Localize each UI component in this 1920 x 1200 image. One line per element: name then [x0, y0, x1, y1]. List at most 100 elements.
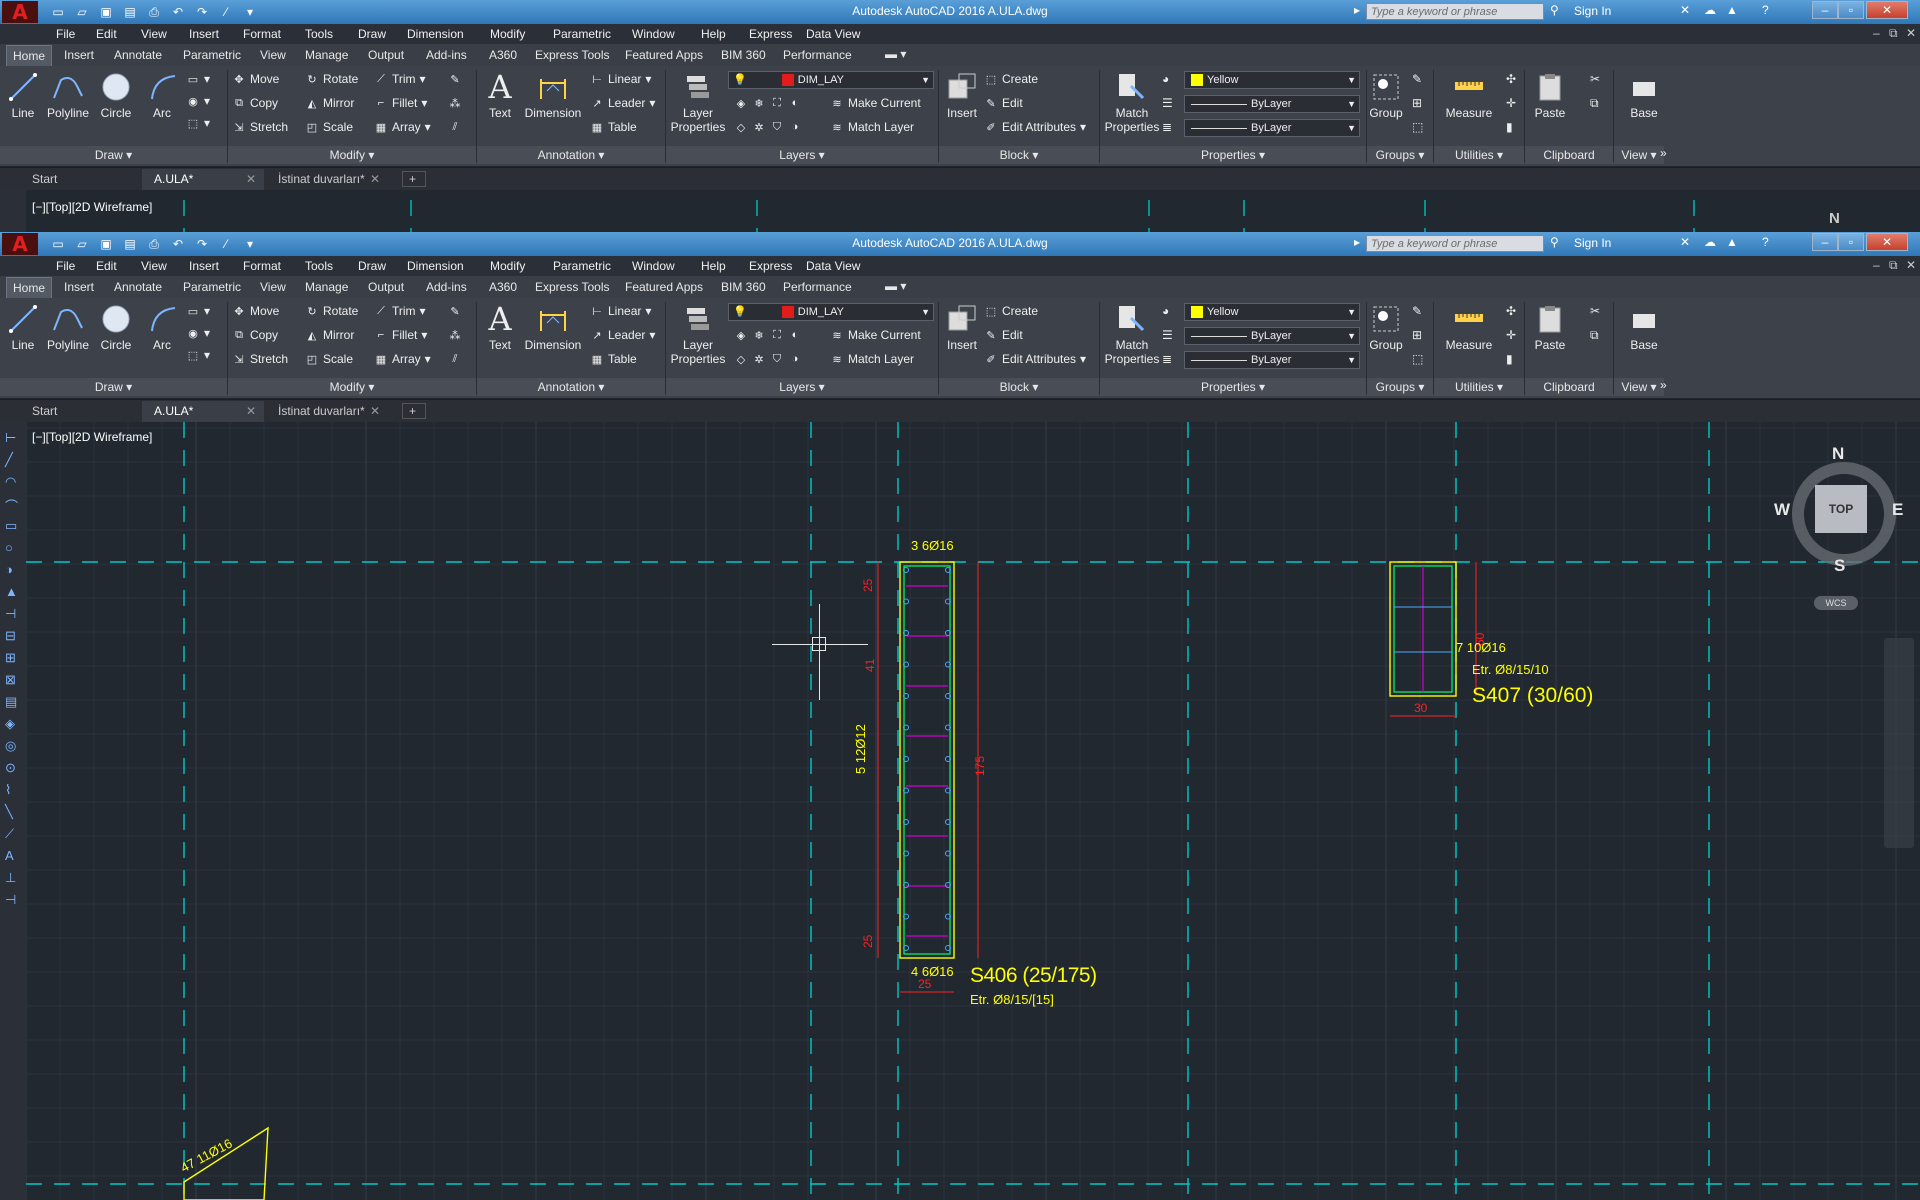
tab-performance[interactable]: Performance [783, 48, 852, 62]
line-tool[interactable]: Line [6, 302, 40, 352]
close-button[interactable]: ✕ [1866, 1, 1908, 19]
id-point-icon[interactable]: ✛ [1506, 328, 1516, 342]
tab-performance[interactable]: Performance [783, 280, 852, 294]
tab-insert[interactable]: Insert [64, 48, 94, 62]
tab-manage[interactable]: Manage [305, 48, 348, 62]
create-block-tool[interactable]: ⬚ Create [984, 304, 1038, 318]
properties-panel-label[interactable]: Properties ▾ [1100, 146, 1366, 164]
stretch-tool[interactable]: ⇲ Stretch [232, 352, 288, 366]
tab-manage[interactable]: Manage [305, 280, 348, 294]
compass-east[interactable]: E [1892, 500, 1903, 520]
erase-tool[interactable]: ✎ [448, 304, 462, 318]
groups-panel-label[interactable]: Groups ▾ [1367, 146, 1433, 164]
color-wheel-icon[interactable]: ◕ [1162, 304, 1169, 318]
hatch-tool[interactable]: ◉ ▾ [186, 94, 210, 108]
cut-icon[interactable]: ✂ [1590, 72, 1600, 86]
menu-data-view[interactable]: Data View [806, 259, 860, 273]
array-tool[interactable]: ▦ Array ▾ [374, 120, 431, 134]
s407-dim-width[interactable]: 30 [1414, 701, 1428, 715]
s406-top-bar[interactable]: 3 6Ø16 [911, 538, 954, 553]
linetype-dropdown[interactable]: ByLayer ▼ [1184, 95, 1360, 113]
rotate-tool[interactable]: ↻ Rotate [305, 304, 358, 318]
base-view-tool[interactable]: Base [1620, 70, 1668, 120]
binoculars-icon[interactable]: ⚲ [1550, 3, 1559, 17]
redo-icon[interactable]: ↷ [192, 235, 212, 253]
undo-icon[interactable]: ↶ [168, 235, 188, 253]
scale-tool[interactable]: ◰ Scale [305, 352, 353, 366]
draw-panel-label[interactable]: Draw ▾ [0, 378, 227, 396]
doc-close-icon[interactable]: ✕ [1906, 258, 1916, 272]
table-tool[interactable]: ▦ Table [590, 120, 637, 134]
compass-north[interactable]: N [1832, 444, 1844, 464]
tab-home[interactable]: Home [6, 45, 53, 66]
circle-tool[interactable]: Circle [98, 302, 134, 352]
plot-icon[interactable]: ⎙ [144, 235, 164, 253]
table-tool[interactable]: ▦ Table [590, 352, 637, 366]
circle-tool[interactable]: Circle [98, 70, 134, 120]
quick-select-icon[interactable]: ✣ [1506, 304, 1516, 318]
hatch-tool[interactable]: ◉ ▾ [186, 326, 210, 340]
s406-stirrup[interactable]: Etr. Ø8/15/[15] [970, 992, 1054, 1007]
tab-express-tools[interactable]: Express Tools [535, 280, 609, 294]
help-icon[interactable]: ? [1762, 3, 1769, 17]
lineweight-dropdown[interactable]: ByLayer ▼ [1184, 351, 1360, 369]
insert-block-tool[interactable]: Insert [944, 302, 980, 352]
array-tool[interactable]: ▦ Array ▾ [374, 352, 431, 366]
tab-view[interactable]: View [260, 280, 286, 294]
leader-tool[interactable]: ↗ Leader ▾ [590, 96, 655, 110]
open-file-icon[interactable]: ▱ [72, 235, 92, 253]
tab-parametric[interactable]: Parametric [183, 280, 241, 294]
match-layer-tool[interactable]: ≋ Match Layer [830, 352, 914, 366]
file-tab-istinat-duvarlari[interactable]: İstinat duvarları* ✕ [266, 169, 388, 190]
explode-tool[interactable]: ⁂ [448, 96, 462, 110]
stay-connected-icon[interactable]: ▲ [1726, 235, 1738, 249]
background-viewport-label[interactable]: [−][Top][2D Wireframe] [32, 200, 152, 214]
edit-attributes-tool[interactable]: ✐ Edit Attributes ▾ [984, 352, 1086, 366]
left-toolbar-tool-icon[interactable]: ⊢ [5, 430, 16, 446]
match-properties-qat-icon[interactable]: ⁄ [216, 3, 236, 21]
annotation-panel-label[interactable]: Annotation ▾ [477, 378, 665, 396]
menu-window[interactable]: Window [632, 27, 675, 41]
compass-west[interactable]: W [1774, 500, 1790, 520]
expand-search-icon[interactable]: ▸ [1354, 3, 1360, 17]
quick-select-icon[interactable]: ✣ [1506, 72, 1516, 86]
close-tab-icon[interactable]: ✕ [246, 169, 256, 189]
move-tool[interactable]: ✥ Move [232, 304, 279, 318]
menu-parametric[interactable]: Parametric [553, 27, 611, 41]
sign-in-link[interactable]: Sign In [1574, 4, 1611, 18]
ungroup-icon[interactable]: ✎ [1412, 304, 1422, 318]
expand-search-icon[interactable]: ▸ [1354, 235, 1360, 249]
dimension-tool[interactable]: Dimension [522, 302, 584, 352]
s406-dim-top[interactable]: 25 [861, 578, 875, 592]
paste-tool[interactable]: Paste [1530, 70, 1570, 120]
s407-bar[interactable]: 7 10Ø16 [1456, 640, 1506, 655]
drawing-viewport[interactable]: 25 25 175 25 41 60 30 ⊢ ╱ ◠ ⌒ ▭ ○ ◑ ▲ ⊣ ⊟ ⊞ ⊠ ▤ ◈ ◎ ⊙ ⌇ ╲ ⟋ A ⊥ ⊣ [… [0, 422, 1920, 1200]
layer-state-icons-2[interactable]: ◇ ✲ ⛉ ◑ [734, 120, 802, 134]
left-toolbar-tool-icon[interactable]: A [5, 848, 14, 863]
application-menu-button[interactable]: A [2, 232, 38, 256]
left-toolbar-tool-icon[interactable]: ◠ [5, 474, 16, 490]
left-toolbar-tool-icon[interactable]: ╱ [5, 452, 13, 468]
s406-label[interactable]: S406 (25/175) [970, 964, 1097, 988]
leader-tool[interactable]: ↗ Leader ▾ [590, 328, 655, 342]
s406-dim-width[interactable]: 25 [918, 977, 932, 991]
edit-attributes-tool[interactable]: ✐ Edit Attributes ▾ [984, 120, 1086, 134]
redo-icon[interactable]: ↷ [192, 3, 212, 21]
menu-format[interactable]: Format [243, 259, 281, 273]
layer-state-icons[interactable]: ◈ ❄ ⛶ ◐ [734, 96, 802, 110]
menu-insert[interactable]: Insert [189, 27, 219, 41]
plot-icon[interactable]: ⎙ [144, 3, 164, 21]
tab-output[interactable]: Output [368, 280, 404, 294]
view-panel-label[interactable]: View ▾ [1614, 146, 1664, 164]
tab-bim-360[interactable]: BIM 360 [721, 280, 766, 294]
doc-minimize-icon[interactable]: – [1873, 26, 1880, 40]
offset-tool[interactable]: ⫽ [448, 352, 462, 366]
create-block-tool[interactable]: ⬚ Create [984, 72, 1038, 86]
match-properties-qat-icon[interactable]: ⁄ [216, 235, 236, 253]
tab-express-tools[interactable]: Express Tools [535, 48, 609, 62]
save-icon[interactable]: ▣ [96, 235, 116, 253]
left-toolbar-tool-icon[interactable]: ⊙ [5, 760, 16, 776]
scale-tool[interactable]: ◰ Scale [305, 120, 353, 134]
menu-modify[interactable]: Modify [490, 259, 525, 273]
block-panel-label[interactable]: Block ▾ [939, 146, 1099, 164]
